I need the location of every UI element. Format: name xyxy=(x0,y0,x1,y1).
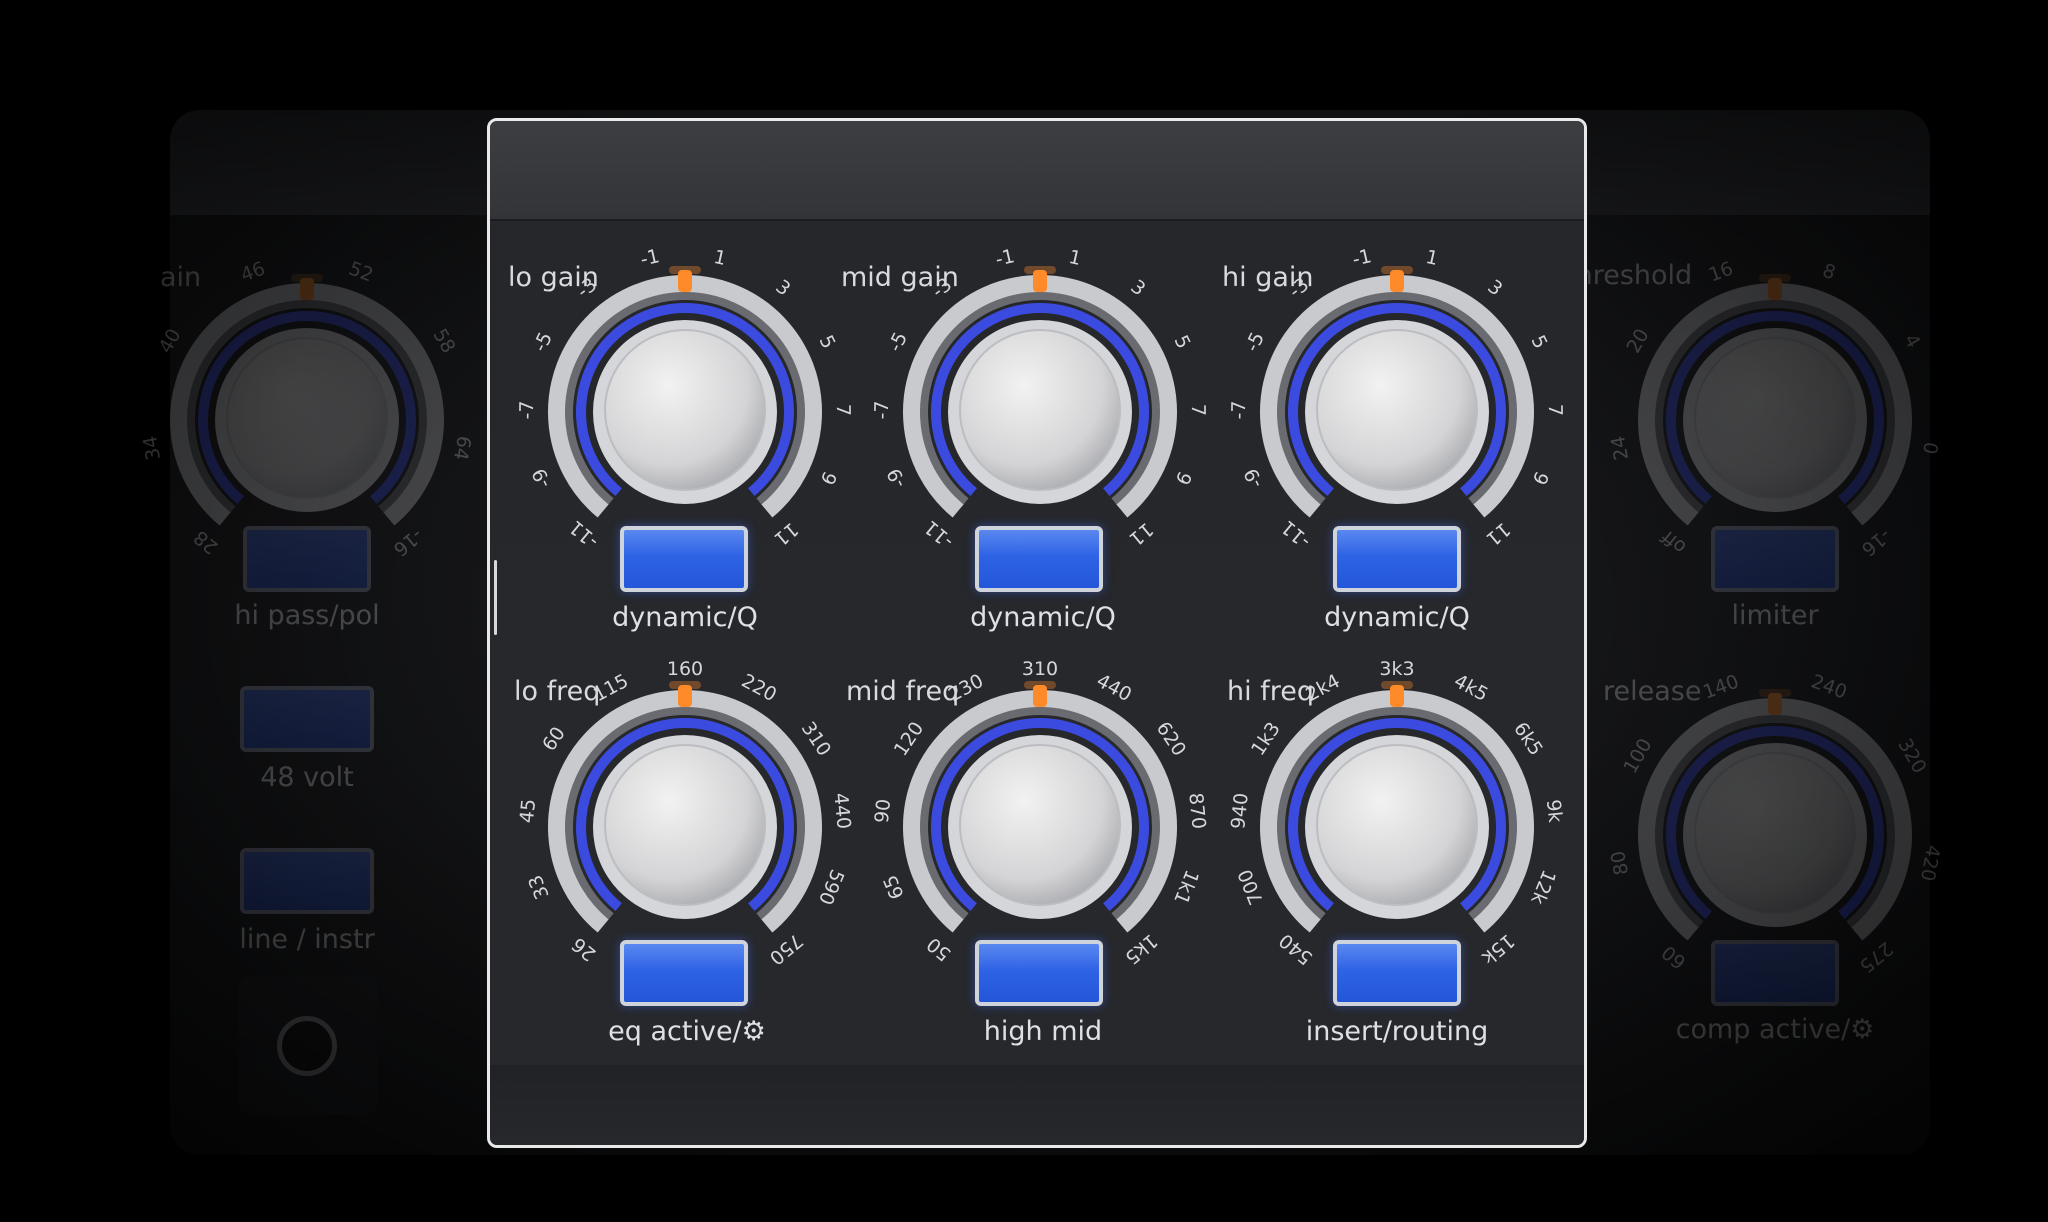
line-instr-button[interactable] xyxy=(240,848,374,914)
dial-tick-label: 45 xyxy=(515,798,540,825)
knob-indicator-glow xyxy=(1381,266,1413,274)
hi-pass-pol-label: hi pass/pol xyxy=(234,600,380,631)
hi-gain-dynamic-q-label: dynamic/Q xyxy=(1324,602,1470,633)
dial-tick-label: 7 xyxy=(1186,404,1210,417)
knob-indicator-glow xyxy=(1759,274,1791,282)
knob-cap xyxy=(959,329,1121,491)
hi-freq-knob[interactable]: 540 700 940 1k3 2k4 3k3 4k5 6k5 9k 12k 15k xyxy=(1227,658,1566,977)
high-mid-button[interactable] xyxy=(975,940,1103,1006)
knob-cap xyxy=(226,337,388,499)
dial-tick-label: 3k3 xyxy=(1379,658,1415,680)
knob-cap xyxy=(604,329,766,491)
knob-cap xyxy=(1316,329,1478,491)
eq-active-label: eq active/⚙ xyxy=(608,1016,766,1047)
mid-gain-dynamic-q-label: dynamic/Q xyxy=(970,602,1116,633)
limiter-label: limiter xyxy=(1731,600,1819,631)
dial-tick-label: 90 xyxy=(870,798,895,825)
lo-gain-dynamic-q-button[interactable] xyxy=(620,526,748,592)
panel-edge-marker xyxy=(494,560,497,635)
knob-cap xyxy=(1316,744,1478,906)
knob-cap xyxy=(1694,752,1856,914)
knob-indicator-glow xyxy=(1024,681,1056,689)
lo-gain-dynamic-q-label: dynamic/Q xyxy=(612,602,758,633)
panel-bottom-strip xyxy=(490,1065,1584,1145)
limiter-button[interactable] xyxy=(1711,526,1839,592)
knob-cap xyxy=(604,744,766,906)
dial-tick-label: 440 xyxy=(829,791,855,831)
knob-indicator-glow xyxy=(1381,681,1413,689)
comp-active-label: comp active/⚙ xyxy=(1675,1014,1875,1045)
knob-indicator-glow xyxy=(1024,266,1056,274)
dial-tick-label: 420 xyxy=(1916,843,1945,884)
insert-routing-label: insert/routing xyxy=(1305,1016,1489,1047)
mid-gain-knob[interactable]: -11 -9 -7 -5 -3 -1 1 3 5 7 9 11 xyxy=(871,245,1209,562)
lo-gain-knob[interactable]: -11 -9 -7 -5 -3 -1 1 3 5 7 9 11 xyxy=(516,245,854,562)
48-volt-label: 48 volt xyxy=(260,762,354,793)
dial-tick-label: -7 xyxy=(515,400,539,420)
dial-tick-label: 940 xyxy=(1227,791,1253,831)
threshold-knob[interactable]: off 24 20 16 8 4 0 -16 xyxy=(1607,257,1943,570)
dial-tick-label: 80 xyxy=(1606,849,1633,878)
hi-pass-pol-button[interactable] xyxy=(243,526,371,592)
dial-tick-label: 9k xyxy=(1542,798,1567,824)
dial-tick-label: 7 xyxy=(831,404,855,417)
hi-gain-knob[interactable]: -11 -9 -7 -5 -3 -1 1 3 5 7 9 11 xyxy=(1228,245,1566,562)
mid-freq-knob[interactable]: 50 65 90 120 230 310 440 620 870 1k1 1k5 xyxy=(871,658,1210,977)
knob-cap xyxy=(959,744,1121,906)
dial-tick-label: 160 xyxy=(666,658,704,680)
panel-top-strip xyxy=(490,121,1584,221)
insert-routing-button[interactable] xyxy=(1333,940,1461,1006)
instrument-jack[interactable] xyxy=(277,1016,337,1076)
48-volt-button[interactable] xyxy=(240,686,374,752)
mid-gain-dynamic-q-button[interactable] xyxy=(975,526,1103,592)
dial-tick-label: -7 xyxy=(870,400,894,420)
eq-active-button[interactable] xyxy=(620,940,748,1006)
line-instr-label: line / instr xyxy=(239,924,375,955)
dial-tick-label: 24 xyxy=(1606,434,1633,463)
high-mid-label: high mid xyxy=(983,1016,1103,1047)
gain-knob[interactable]: 28 34 40 46 52 58 64 -16 xyxy=(139,257,476,570)
dial-tick-label: 310 xyxy=(1021,658,1059,680)
knob-indicator-glow xyxy=(291,274,323,282)
knob-indicator-glow xyxy=(1759,689,1791,697)
dial-tick-label: 870 xyxy=(1184,791,1210,831)
comp-active-button[interactable] xyxy=(1711,940,1839,1006)
knob-indicator-glow xyxy=(669,681,701,689)
knob-indicator-glow xyxy=(669,266,701,274)
hi-gain-dynamic-q-button[interactable] xyxy=(1333,526,1461,592)
dial-tick-label: -7 xyxy=(1227,400,1251,420)
lo-freq-knob[interactable]: 26 33 45 60 115 160 220 310 440 590 750 xyxy=(516,658,855,977)
dial-tick-label: 34 xyxy=(138,434,165,463)
knob-cap xyxy=(1694,337,1856,499)
dial-tick-label: 7 xyxy=(1543,404,1567,417)
